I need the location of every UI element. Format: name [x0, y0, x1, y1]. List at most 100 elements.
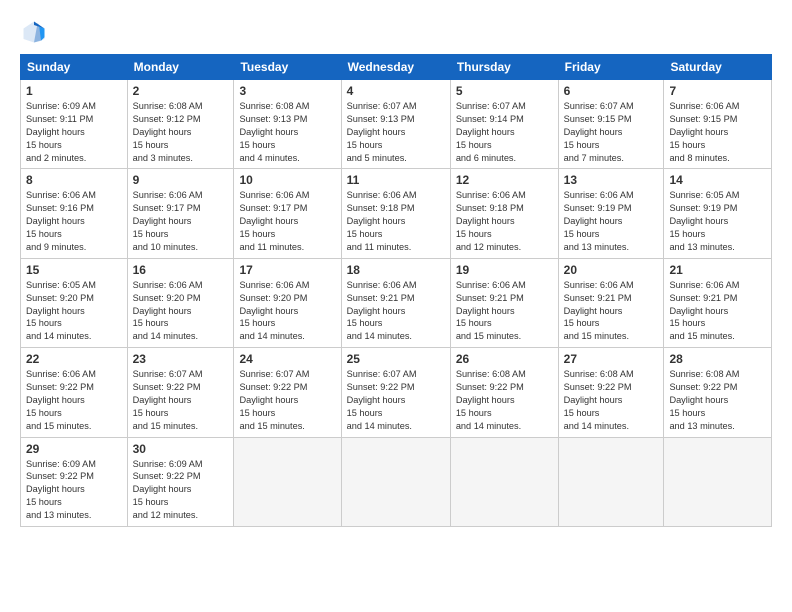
- day-number: 23: [133, 352, 229, 366]
- day-info: Sunrise: 6:06 AM Sunset: 9:22 PM Dayligh…: [26, 368, 122, 432]
- logo-icon: [20, 18, 48, 46]
- day-number: 25: [347, 352, 445, 366]
- day-number: 15: [26, 263, 122, 277]
- calendar-cell: 15 Sunrise: 6:05 AM Sunset: 9:20 PM Dayl…: [21, 258, 128, 347]
- day-info: Sunrise: 6:08 AM Sunset: 9:12 PM Dayligh…: [133, 100, 229, 164]
- calendar-cell: 3 Sunrise: 6:08 AM Sunset: 9:13 PM Dayli…: [234, 80, 341, 169]
- calendar-cell: 30 Sunrise: 6:09 AM Sunset: 9:22 PM Dayl…: [127, 437, 234, 526]
- day-number: 9: [133, 173, 229, 187]
- calendar-cell: 13 Sunrise: 6:06 AM Sunset: 9:19 PM Dayl…: [558, 169, 664, 258]
- day-number: 22: [26, 352, 122, 366]
- weekday-header-monday: Monday: [127, 55, 234, 80]
- day-info: Sunrise: 6:06 AM Sunset: 9:15 PM Dayligh…: [669, 100, 766, 164]
- calendar-cell: 26 Sunrise: 6:08 AM Sunset: 9:22 PM Dayl…: [450, 348, 558, 437]
- calendar-cell: 8 Sunrise: 6:06 AM Sunset: 9:16 PM Dayli…: [21, 169, 128, 258]
- day-number: 17: [239, 263, 335, 277]
- day-info: Sunrise: 6:06 AM Sunset: 9:18 PM Dayligh…: [347, 189, 445, 253]
- day-info: Sunrise: 6:09 AM Sunset: 9:11 PM Dayligh…: [26, 100, 122, 164]
- day-info: Sunrise: 6:06 AM Sunset: 9:20 PM Dayligh…: [239, 279, 335, 343]
- day-number: 16: [133, 263, 229, 277]
- calendar-cell: 10 Sunrise: 6:06 AM Sunset: 9:17 PM Dayl…: [234, 169, 341, 258]
- calendar-cell: [234, 437, 341, 526]
- day-number: 26: [456, 352, 553, 366]
- day-number: 8: [26, 173, 122, 187]
- day-info: Sunrise: 6:06 AM Sunset: 9:21 PM Dayligh…: [669, 279, 766, 343]
- calendar-cell: 4 Sunrise: 6:07 AM Sunset: 9:13 PM Dayli…: [341, 80, 450, 169]
- calendar-cell: 16 Sunrise: 6:06 AM Sunset: 9:20 PM Dayl…: [127, 258, 234, 347]
- day-number: 21: [669, 263, 766, 277]
- weekday-header-thursday: Thursday: [450, 55, 558, 80]
- day-number: 6: [564, 84, 659, 98]
- weekday-header-wednesday: Wednesday: [341, 55, 450, 80]
- header: [20, 18, 772, 46]
- calendar-cell: 6 Sunrise: 6:07 AM Sunset: 9:15 PM Dayli…: [558, 80, 664, 169]
- calendar-cell: 2 Sunrise: 6:08 AM Sunset: 9:12 PM Dayli…: [127, 80, 234, 169]
- day-number: 12: [456, 173, 553, 187]
- day-info: Sunrise: 6:06 AM Sunset: 9:20 PM Dayligh…: [133, 279, 229, 343]
- day-info: Sunrise: 6:07 AM Sunset: 9:22 PM Dayligh…: [347, 368, 445, 432]
- day-number: 20: [564, 263, 659, 277]
- day-number: 29: [26, 442, 122, 456]
- day-info: Sunrise: 6:05 AM Sunset: 9:20 PM Dayligh…: [26, 279, 122, 343]
- day-number: 2: [133, 84, 229, 98]
- day-number: 13: [564, 173, 659, 187]
- calendar-cell: 14 Sunrise: 6:05 AM Sunset: 9:19 PM Dayl…: [664, 169, 772, 258]
- calendar-cell: 19 Sunrise: 6:06 AM Sunset: 9:21 PM Dayl…: [450, 258, 558, 347]
- day-number: 11: [347, 173, 445, 187]
- day-info: Sunrise: 6:06 AM Sunset: 9:17 PM Dayligh…: [133, 189, 229, 253]
- day-number: 18: [347, 263, 445, 277]
- calendar-cell: 1 Sunrise: 6:09 AM Sunset: 9:11 PM Dayli…: [21, 80, 128, 169]
- calendar-cell: [341, 437, 450, 526]
- day-info: Sunrise: 6:07 AM Sunset: 9:15 PM Dayligh…: [564, 100, 659, 164]
- calendar-cell: 24 Sunrise: 6:07 AM Sunset: 9:22 PM Dayl…: [234, 348, 341, 437]
- day-number: 14: [669, 173, 766, 187]
- calendar-cell: 28 Sunrise: 6:08 AM Sunset: 9:22 PM Dayl…: [664, 348, 772, 437]
- day-info: Sunrise: 6:09 AM Sunset: 9:22 PM Dayligh…: [26, 458, 122, 522]
- weekday-header-friday: Friday: [558, 55, 664, 80]
- day-info: Sunrise: 6:06 AM Sunset: 9:21 PM Dayligh…: [564, 279, 659, 343]
- calendar-cell: 27 Sunrise: 6:08 AM Sunset: 9:22 PM Dayl…: [558, 348, 664, 437]
- day-number: 19: [456, 263, 553, 277]
- day-number: 10: [239, 173, 335, 187]
- calendar-cell: 23 Sunrise: 6:07 AM Sunset: 9:22 PM Dayl…: [127, 348, 234, 437]
- day-number: 24: [239, 352, 335, 366]
- day-number: 28: [669, 352, 766, 366]
- calendar-row-2: 15 Sunrise: 6:05 AM Sunset: 9:20 PM Dayl…: [21, 258, 772, 347]
- day-info: Sunrise: 6:08 AM Sunset: 9:22 PM Dayligh…: [564, 368, 659, 432]
- calendar-cell: 25 Sunrise: 6:07 AM Sunset: 9:22 PM Dayl…: [341, 348, 450, 437]
- day-info: Sunrise: 6:07 AM Sunset: 9:14 PM Dayligh…: [456, 100, 553, 164]
- day-info: Sunrise: 6:06 AM Sunset: 9:19 PM Dayligh…: [564, 189, 659, 253]
- logo: [20, 18, 52, 46]
- calendar-cell: 18 Sunrise: 6:06 AM Sunset: 9:21 PM Dayl…: [341, 258, 450, 347]
- calendar-table: SundayMondayTuesdayWednesdayThursdayFrid…: [20, 54, 772, 527]
- day-info: Sunrise: 6:08 AM Sunset: 9:22 PM Dayligh…: [456, 368, 553, 432]
- day-info: Sunrise: 6:06 AM Sunset: 9:16 PM Dayligh…: [26, 189, 122, 253]
- calendar-cell: 20 Sunrise: 6:06 AM Sunset: 9:21 PM Dayl…: [558, 258, 664, 347]
- day-info: Sunrise: 6:07 AM Sunset: 9:22 PM Dayligh…: [239, 368, 335, 432]
- day-info: Sunrise: 6:09 AM Sunset: 9:22 PM Dayligh…: [133, 458, 229, 522]
- calendar-cell: 29 Sunrise: 6:09 AM Sunset: 9:22 PM Dayl…: [21, 437, 128, 526]
- day-info: Sunrise: 6:08 AM Sunset: 9:13 PM Dayligh…: [239, 100, 335, 164]
- weekday-header-row: SundayMondayTuesdayWednesdayThursdayFrid…: [21, 55, 772, 80]
- calendar-row-1: 8 Sunrise: 6:06 AM Sunset: 9:16 PM Dayli…: [21, 169, 772, 258]
- calendar-cell: [450, 437, 558, 526]
- calendar-row-0: 1 Sunrise: 6:09 AM Sunset: 9:11 PM Dayli…: [21, 80, 772, 169]
- day-number: 3: [239, 84, 335, 98]
- calendar-cell: 9 Sunrise: 6:06 AM Sunset: 9:17 PM Dayli…: [127, 169, 234, 258]
- calendar-row-4: 29 Sunrise: 6:09 AM Sunset: 9:22 PM Dayl…: [21, 437, 772, 526]
- page: SundayMondayTuesdayWednesdayThursdayFrid…: [0, 0, 792, 612]
- weekday-header-saturday: Saturday: [664, 55, 772, 80]
- calendar-cell: 5 Sunrise: 6:07 AM Sunset: 9:14 PM Dayli…: [450, 80, 558, 169]
- calendar-cell: 17 Sunrise: 6:06 AM Sunset: 9:20 PM Dayl…: [234, 258, 341, 347]
- weekday-header-sunday: Sunday: [21, 55, 128, 80]
- day-number: 27: [564, 352, 659, 366]
- day-number: 7: [669, 84, 766, 98]
- day-info: Sunrise: 6:06 AM Sunset: 9:21 PM Dayligh…: [456, 279, 553, 343]
- day-info: Sunrise: 6:06 AM Sunset: 9:17 PM Dayligh…: [239, 189, 335, 253]
- calendar-cell: 22 Sunrise: 6:06 AM Sunset: 9:22 PM Dayl…: [21, 348, 128, 437]
- day-info: Sunrise: 6:07 AM Sunset: 9:22 PM Dayligh…: [133, 368, 229, 432]
- day-info: Sunrise: 6:07 AM Sunset: 9:13 PM Dayligh…: [347, 100, 445, 164]
- day-number: 30: [133, 442, 229, 456]
- calendar-cell: 21 Sunrise: 6:06 AM Sunset: 9:21 PM Dayl…: [664, 258, 772, 347]
- calendar-cell: 7 Sunrise: 6:06 AM Sunset: 9:15 PM Dayli…: [664, 80, 772, 169]
